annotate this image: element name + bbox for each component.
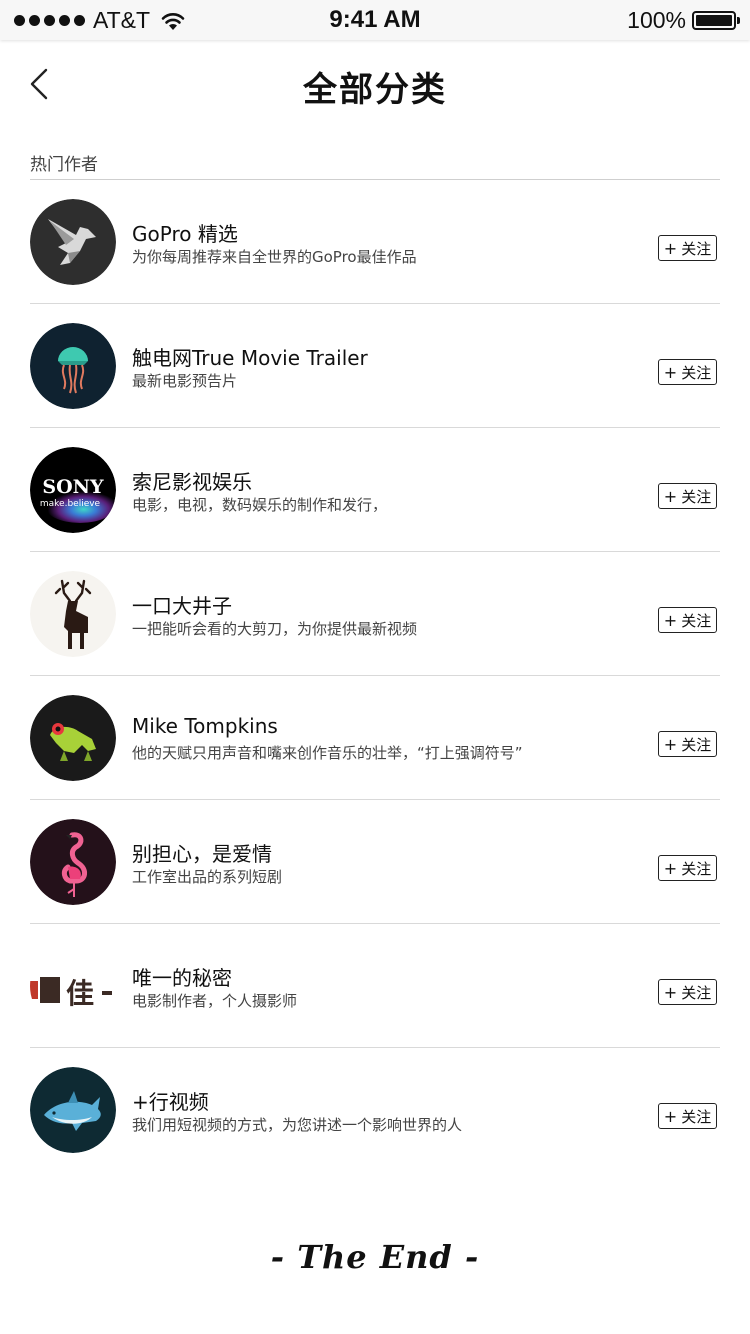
author-desc: 为你每周推荐来自全世界的GoPro最佳作品 — [132, 248, 417, 266]
plus-icon: + — [663, 486, 678, 506]
plus-icon: + — [663, 362, 678, 382]
plus-icon: + — [663, 238, 678, 258]
follow-button[interactable]: + 关注 — [658, 979, 717, 1005]
follow-button[interactable]: + 关注 — [658, 483, 717, 509]
author-desc: 我们用短视频的方式，为您讲述一个影响世界的人 — [132, 1116, 463, 1134]
follow-label: 关注 — [681, 611, 712, 630]
plus-icon: + — [663, 982, 678, 1002]
follow-label: 关注 — [681, 983, 712, 1002]
plus-icon: + — [663, 610, 678, 630]
plus-icon: + — [663, 858, 678, 878]
author-name: +行视频 — [132, 1090, 209, 1114]
author-name: GoPro 精选 — [132, 222, 238, 246]
author-name: 一口大井子 — [132, 594, 232, 618]
author-desc: 一把能听会看的大剪刀，为你提供最新视频 — [132, 620, 418, 638]
battery-percent: 100% — [627, 7, 686, 33]
sony-logo-text: SONY — [42, 476, 104, 498]
author-row[interactable]: 佳 唯一的秘密 电影制作者，个人摄影师 + 关注 — [0, 924, 750, 1048]
follow-button[interactable]: + 关注 — [658, 359, 717, 385]
follow-button[interactable]: + 关注 — [658, 855, 717, 881]
logo-character: 佳 — [66, 977, 94, 1010]
the-end-footer: - The End - — [270, 1238, 480, 1276]
page-title: 全部分类 — [303, 70, 447, 110]
author-row[interactable]: +行视频 我们用短视频的方式，为您讲述一个影响世界的人 + 关注 — [0, 1048, 750, 1172]
author-desc: 他的天赋只用声音和嘴来创作音乐的壮举，“打上强调符号” — [132, 744, 523, 762]
author-desc: 电影制作者，个人摄影师 — [132, 992, 298, 1010]
follow-label: 关注 — [681, 487, 712, 506]
author-name: 别担心，是爱情 — [132, 842, 272, 866]
plus-icon: + — [663, 734, 678, 754]
sony-logo-icon: SONY make.believe — [30, 447, 116, 533]
deer-logo-icon — [30, 571, 116, 657]
author-row[interactable]: 触电网True Movie Trailer 最新电影预告片 + 关注 — [0, 304, 750, 428]
section-label: 热门作者 — [30, 155, 98, 175]
battery-icon — [692, 11, 740, 30]
nav-bar: 全部分类 — [0, 40, 750, 128]
author-desc: 工作室出品的系列短剧 — [132, 868, 283, 886]
status-right: 100% — [627, 7, 740, 34]
author-desc: 电影，电视，数码娱乐的制作和发行， — [132, 496, 388, 514]
follow-label: 关注 — [681, 735, 712, 754]
author-name: 触电网True Movie Trailer — [132, 346, 368, 370]
author-row[interactable]: 别担心，是爱情 工作室出品的系列短剧 + 关注 — [0, 800, 750, 924]
follow-label: 关注 — [681, 1107, 712, 1126]
follow-button[interactable]: + 关注 — [658, 607, 717, 633]
status-bar: AT&T 9:41 AM 100% — [0, 0, 750, 40]
sony-tagline-text: make.believe — [40, 499, 101, 509]
author-row[interactable]: 一口大井子 一把能听会看的大剪刀，为你提供最新视频 + 关注 — [0, 552, 750, 676]
follow-label: 关注 — [681, 363, 712, 382]
bird-logo-icon — [30, 199, 116, 285]
author-row[interactable]: Mike Tompkins 他的天赋只用声音和嘴来创作音乐的壮举，“打上强调符号… — [0, 676, 750, 800]
battery-level — [696, 15, 732, 26]
follow-button[interactable]: + 关注 — [658, 1103, 717, 1129]
author-row[interactable]: GoPro 精选 为你每周推荐来自全世界的GoPro最佳作品 + 关注 — [0, 180, 750, 304]
follow-button[interactable]: + 关注 — [658, 235, 717, 261]
follow-label: 关注 — [681, 239, 712, 258]
plus-icon: + — [663, 1106, 678, 1126]
author-row[interactable]: SONY make.believe 索尼影视娱乐 电影，电视，数码娱乐的制作和发… — [0, 428, 750, 552]
author-name: 索尼影视娱乐 — [132, 470, 252, 494]
flamingo-logo-icon — [30, 819, 116, 905]
author-list: GoPro 精选 为你每周推荐来自全世界的GoPro最佳作品 + 关注 触电网T… — [0, 180, 750, 1172]
author-name: 唯一的秘密 — [132, 966, 232, 990]
author-desc: 最新电影预告片 — [132, 372, 238, 390]
shark-logo-icon — [30, 1067, 116, 1153]
follow-button[interactable]: + 关注 — [658, 731, 717, 757]
text-logo-icon: 佳 — [30, 943, 116, 1029]
author-name: Mike Tompkins — [132, 714, 278, 738]
follow-label: 关注 — [681, 859, 712, 878]
frog-logo-icon — [30, 695, 116, 781]
jellyfish-logo-icon — [30, 323, 116, 409]
